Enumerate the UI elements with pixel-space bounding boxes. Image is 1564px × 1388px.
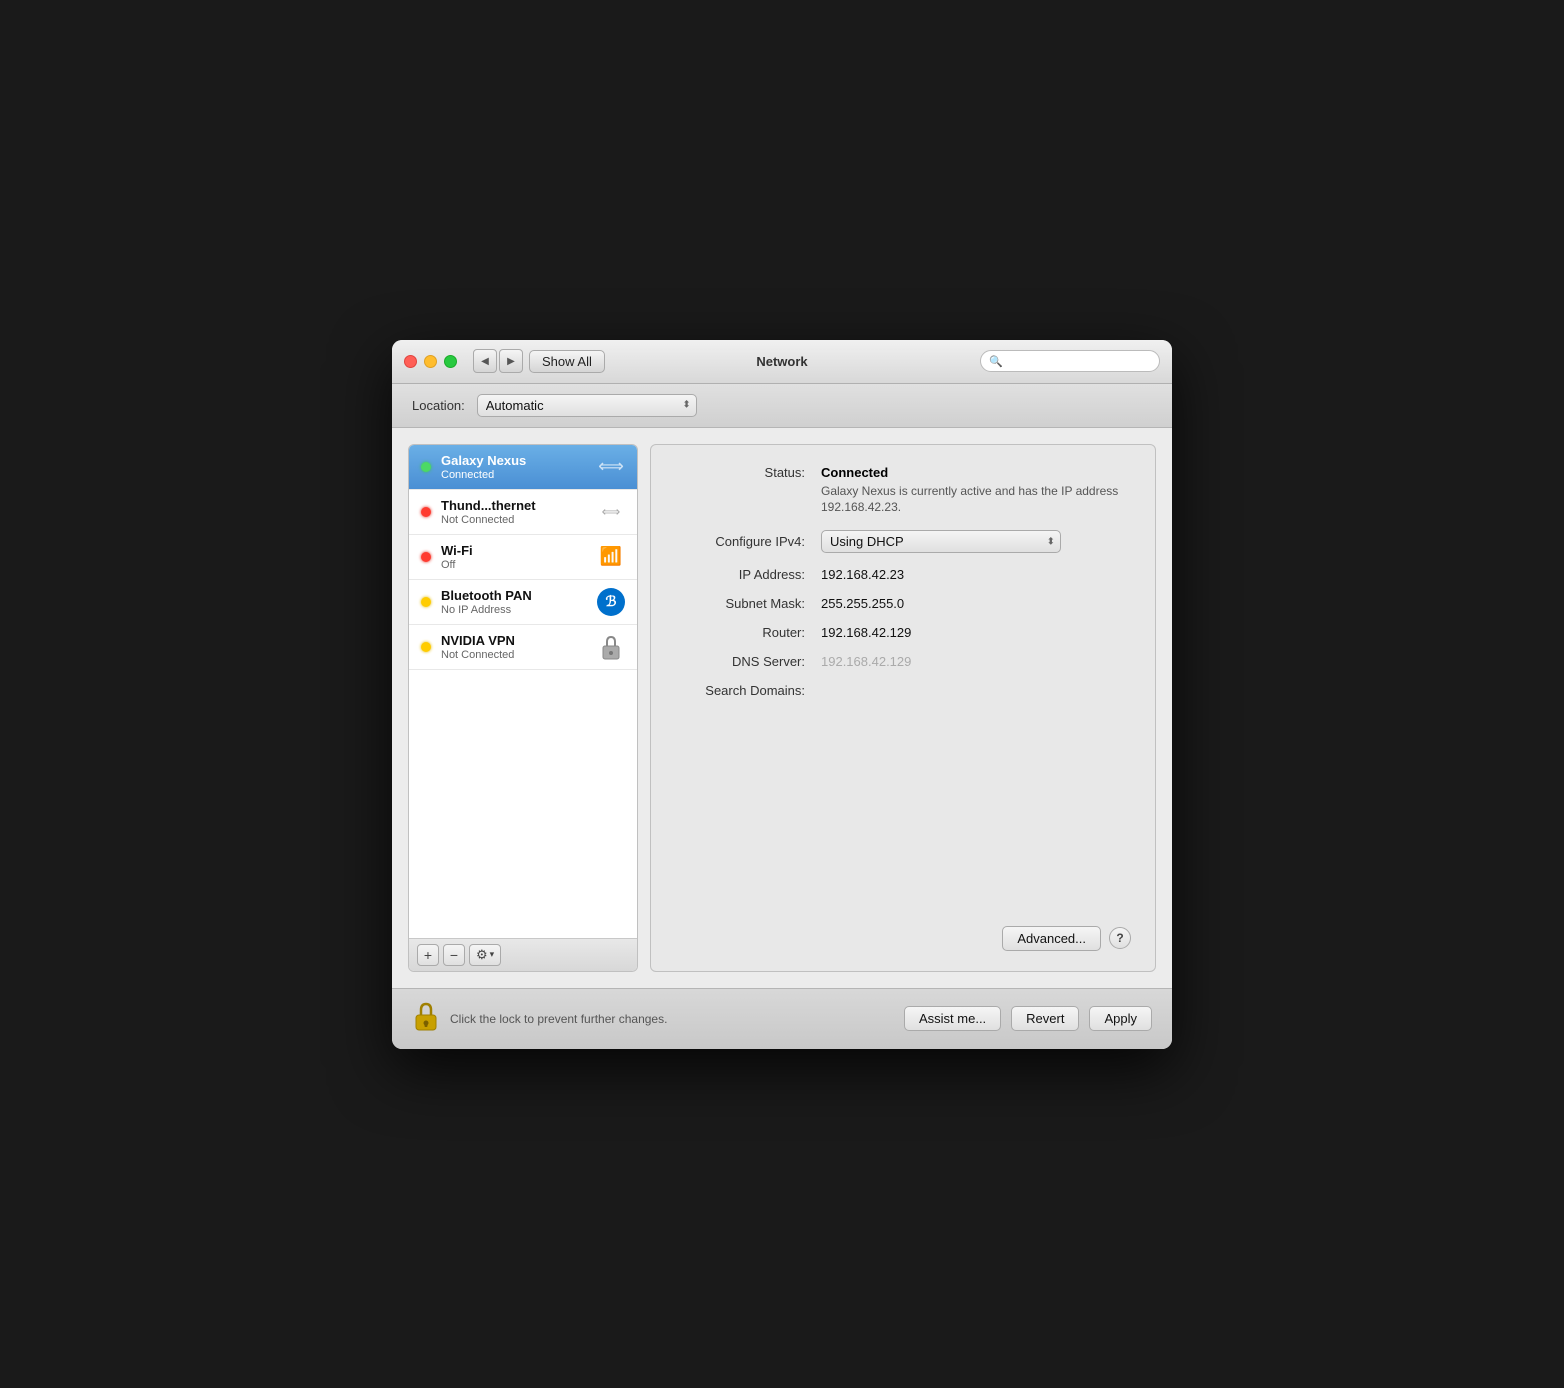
dns-server-row: DNS Server: 192.168.42.129 bbox=[675, 654, 1131, 669]
gear-icon: ⚙ bbox=[476, 947, 488, 963]
detail-footer: Advanced... ? bbox=[675, 926, 1131, 951]
configure-label: Configure IPv4: bbox=[675, 534, 805, 549]
item-name: Wi-Fi bbox=[441, 543, 587, 558]
dns-server-label: DNS Server: bbox=[675, 654, 805, 669]
lock-icon[interactable] bbox=[412, 999, 440, 1039]
advanced-button[interactable]: Advanced... bbox=[1002, 926, 1101, 951]
sidebar-item-galaxy-nexus[interactable]: Galaxy Nexus Connected ⟺ bbox=[409, 445, 637, 490]
lock-status-text: Click the lock to prevent further change… bbox=[450, 1012, 894, 1026]
item-status: Off bbox=[441, 559, 587, 571]
ip-address-row: IP Address: 192.168.42.23 bbox=[675, 567, 1131, 582]
traffic-lights bbox=[404, 355, 457, 368]
location-select-wrapper: Automatic bbox=[477, 394, 697, 417]
item-name: NVIDIA VPN bbox=[441, 633, 587, 648]
search-bar[interactable]: 🔍 bbox=[980, 350, 1160, 372]
status-info: Connected Galaxy Nexus is currently acti… bbox=[821, 465, 1131, 517]
sidebar-list: Galaxy Nexus Connected ⟺ Thund...thernet… bbox=[409, 445, 637, 938]
item-text: Thund...thernet Not Connected bbox=[441, 498, 587, 526]
assist-me-button[interactable]: Assist me... bbox=[904, 1006, 1001, 1031]
subnet-mask-value: 255.255.255.0 bbox=[821, 596, 904, 611]
status-value: Connected bbox=[821, 465, 1131, 480]
search-icon: 🔍 bbox=[989, 355, 1003, 368]
status-label: Status: bbox=[675, 465, 805, 517]
configure-select-wrapper: Using DHCPManuallyUsing BOOTP bbox=[821, 530, 1061, 553]
status-section: Status: Connected Galaxy Nexus is curren… bbox=[675, 465, 1131, 517]
item-status: Not Connected bbox=[441, 514, 587, 526]
detail-panel: Status: Connected Galaxy Nexus is curren… bbox=[650, 444, 1156, 972]
help-button[interactable]: ? bbox=[1109, 927, 1131, 949]
dns-server-value: 192.168.42.129 bbox=[821, 654, 911, 669]
sidebar: Galaxy Nexus Connected ⟺ Thund...thernet… bbox=[408, 444, 638, 972]
apply-button[interactable]: Apply bbox=[1089, 1006, 1152, 1031]
search-domains-row: Search Domains: bbox=[675, 683, 1131, 698]
add-network-button[interactable]: + bbox=[417, 944, 439, 966]
status-dot-yellow bbox=[421, 642, 431, 652]
sidebar-item-thunderbolt[interactable]: Thund...thernet Not Connected ⟺ bbox=[409, 490, 637, 535]
bluetooth-circle: ℬ bbox=[597, 588, 625, 616]
router-row: Router: 192.168.42.129 bbox=[675, 625, 1131, 640]
gear-menu-button[interactable]: ⚙ ▾ bbox=[469, 944, 501, 966]
sidebar-toolbar: + − ⚙ ▾ bbox=[409, 938, 637, 971]
revert-button[interactable]: Revert bbox=[1011, 1006, 1079, 1031]
configure-ipv4-row: Configure IPv4: Using DHCPManuallyUsing … bbox=[675, 530, 1131, 553]
sidebar-item-nvidia-vpn[interactable]: NVIDIA VPN Not Connected bbox=[409, 625, 637, 670]
arrows-icon: ⟺ bbox=[597, 498, 625, 526]
item-text: Bluetooth PAN No IP Address bbox=[441, 588, 587, 616]
lock-icon bbox=[597, 633, 625, 661]
show-all-button[interactable]: Show All bbox=[529, 350, 605, 373]
ip-address-label: IP Address: bbox=[675, 567, 805, 582]
status-description: Galaxy Nexus is currently active and has… bbox=[821, 483, 1131, 517]
close-button[interactable] bbox=[404, 355, 417, 368]
spacer bbox=[675, 712, 1131, 911]
status-dot-red bbox=[421, 552, 431, 562]
arrows-icon: ⟺ bbox=[597, 453, 625, 481]
location-select[interactable]: Automatic bbox=[477, 394, 697, 417]
main-content: Galaxy Nexus Connected ⟺ Thund...thernet… bbox=[392, 428, 1172, 988]
gear-arrow-icon: ▾ bbox=[490, 949, 495, 960]
subnet-mask-label: Subnet Mask: bbox=[675, 596, 805, 611]
nav-buttons: ◀ ▶ bbox=[473, 349, 523, 373]
item-name: Thund...thernet bbox=[441, 498, 587, 513]
minimize-button[interactable] bbox=[424, 355, 437, 368]
item-text: Galaxy Nexus Connected bbox=[441, 453, 587, 481]
sidebar-item-bluetooth[interactable]: Bluetooth PAN No IP Address ℬ bbox=[409, 580, 637, 625]
status-dot-red bbox=[421, 507, 431, 517]
forward-button[interactable]: ▶ bbox=[499, 349, 523, 373]
lock-svg bbox=[599, 633, 623, 661]
window-title: Network bbox=[756, 354, 807, 369]
item-text: NVIDIA VPN Not Connected bbox=[441, 633, 587, 661]
router-label: Router: bbox=[675, 625, 805, 640]
location-label: Location: bbox=[412, 398, 465, 413]
back-button[interactable]: ◀ bbox=[473, 349, 497, 373]
bluetooth-icon: ℬ bbox=[597, 588, 625, 616]
item-text: Wi-Fi Off bbox=[441, 543, 587, 571]
ip-address-value: 192.168.42.23 bbox=[821, 567, 904, 582]
status-dot-green bbox=[421, 462, 431, 472]
subnet-mask-row: Subnet Mask: 255.255.255.0 bbox=[675, 596, 1131, 611]
status-dot-yellow bbox=[421, 597, 431, 607]
window-footer: Click the lock to prevent further change… bbox=[392, 988, 1172, 1049]
item-name: Galaxy Nexus bbox=[441, 453, 587, 468]
sidebar-item-wifi[interactable]: Wi-Fi Off 📶 bbox=[409, 535, 637, 580]
item-status: No IP Address bbox=[441, 604, 587, 616]
router-value: 192.168.42.129 bbox=[821, 625, 911, 640]
configure-ipv4-select[interactable]: Using DHCPManuallyUsing BOOTP bbox=[821, 530, 1061, 553]
lock-padlock-icon bbox=[412, 999, 440, 1033]
search-domains-label: Search Domains: bbox=[675, 683, 805, 698]
remove-network-button[interactable]: − bbox=[443, 944, 465, 966]
item-status: Not Connected bbox=[441, 649, 587, 661]
maximize-button[interactable] bbox=[444, 355, 457, 368]
location-toolbar: Location: Automatic bbox=[392, 384, 1172, 428]
network-window: ◀ ▶ Show All Network 🔍 Location: Automat… bbox=[392, 340, 1172, 1049]
item-name: Bluetooth PAN bbox=[441, 588, 587, 603]
titlebar: ◀ ▶ Show All Network 🔍 bbox=[392, 340, 1172, 384]
wifi-icon: 📶 bbox=[597, 543, 625, 571]
item-status: Connected bbox=[441, 469, 587, 481]
